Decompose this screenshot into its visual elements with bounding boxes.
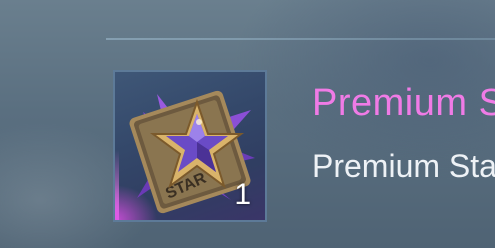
section-divider [106, 38, 495, 40]
item-subtitle: Premium Sta [312, 148, 495, 184]
item-title: Premium S [312, 82, 495, 124]
item-slot[interactable]: STAR 1 [113, 70, 267, 222]
rarity-accent [115, 150, 119, 220]
item-count: 1 [234, 178, 251, 211]
